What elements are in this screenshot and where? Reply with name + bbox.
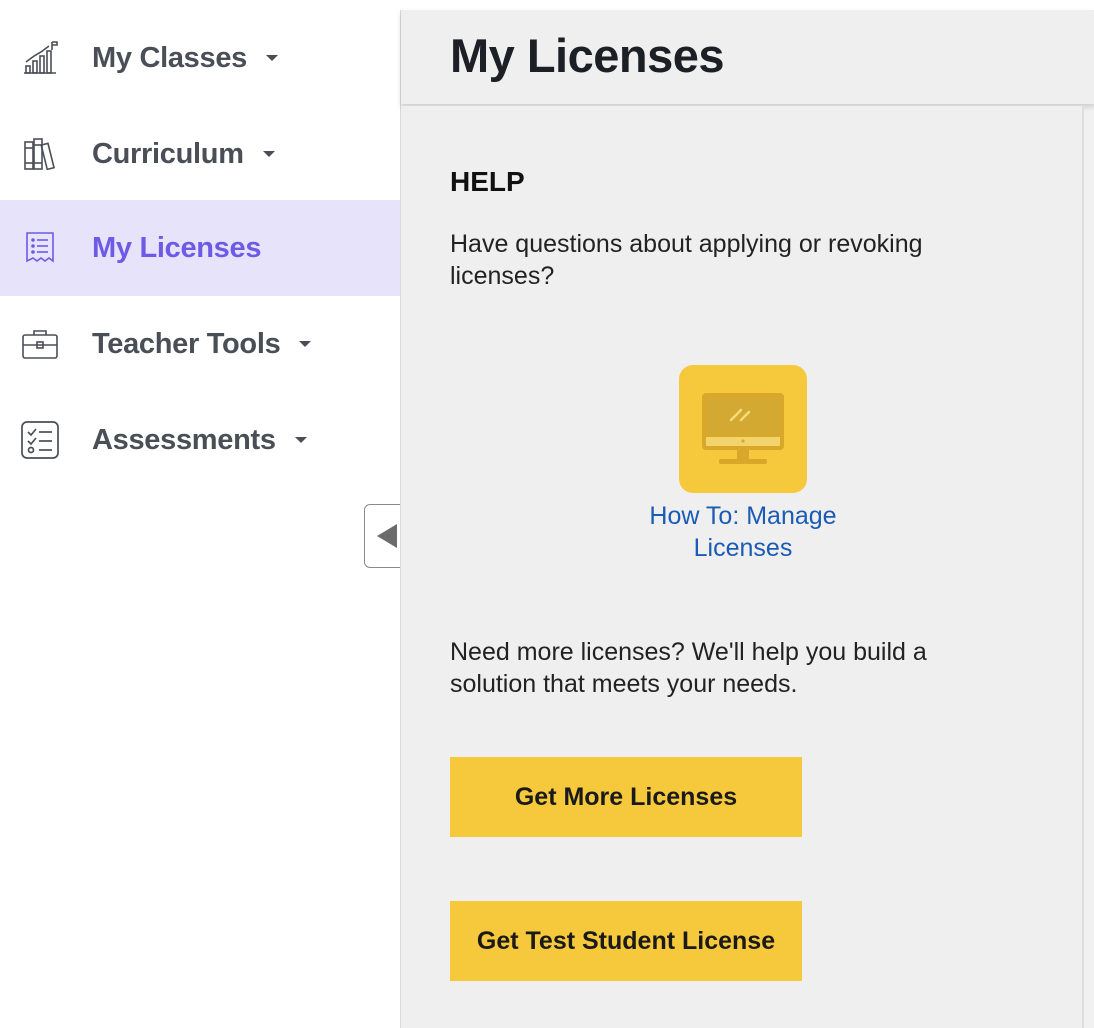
license-document-icon <box>20 228 60 268</box>
need-more-text: Need more licenses? We'll help you build… <box>450 638 927 698</box>
chevron-down-icon <box>266 55 278 61</box>
collapse-left-icon <box>376 524 397 548</box>
chevron-down-icon <box>263 151 275 157</box>
sidebar-item-my-licenses[interactable]: My Licenses <box>0 200 400 296</box>
sidebar-item-label: Curriculum <box>92 137 244 170</box>
sidebar-item-label: Assessments <box>92 423 276 456</box>
page-header: My Licenses <box>401 10 1094 104</box>
sidebar-item-assessments[interactable]: Assessments <box>0 392 400 488</box>
checklist-icon <box>20 420 60 460</box>
sidebar-item-label: Teacher Tools <box>92 327 281 360</box>
help-panel: HELP Have questions about applying or re… <box>401 106 1084 1028</box>
top-bar <box>0 0 1094 10</box>
sidebar-item-label: My Licenses <box>92 231 262 264</box>
sidebar: My Classes Curriculum My Licenses Teache… <box>0 10 400 1028</box>
main-content: My Licenses HELP Have questions about ap… <box>400 10 1094 1028</box>
sidebar-item-my-classes[interactable]: My Classes <box>0 10 400 106</box>
get-more-licenses-button[interactable]: Get More Licenses <box>450 757 802 837</box>
chevron-down-icon <box>299 341 311 347</box>
help-question-text: Have questions about applying or revokin… <box>450 230 923 290</box>
sidebar-collapse-button[interactable] <box>364 504 404 568</box>
chevron-down-icon <box>295 437 307 443</box>
sidebar-item-label: My Classes <box>92 41 247 74</box>
books-icon <box>20 134 60 174</box>
page-title: My Licenses <box>450 29 725 82</box>
how-to-video-tile[interactable] <box>679 365 807 493</box>
briefcase-icon <box>20 324 60 364</box>
sidebar-item-teacher-tools[interactable]: Teacher Tools <box>0 296 400 392</box>
help-heading: HELP <box>450 166 525 197</box>
get-test-student-license-button[interactable]: Get Test Student License <box>450 901 802 981</box>
chart-growth-icon <box>20 38 60 78</box>
monitor-icon <box>702 393 784 464</box>
sidebar-item-curriculum[interactable]: Curriculum <box>0 106 400 202</box>
how-to-manage-licenses-link[interactable]: How To: Manage Licenses <box>621 500 865 564</box>
